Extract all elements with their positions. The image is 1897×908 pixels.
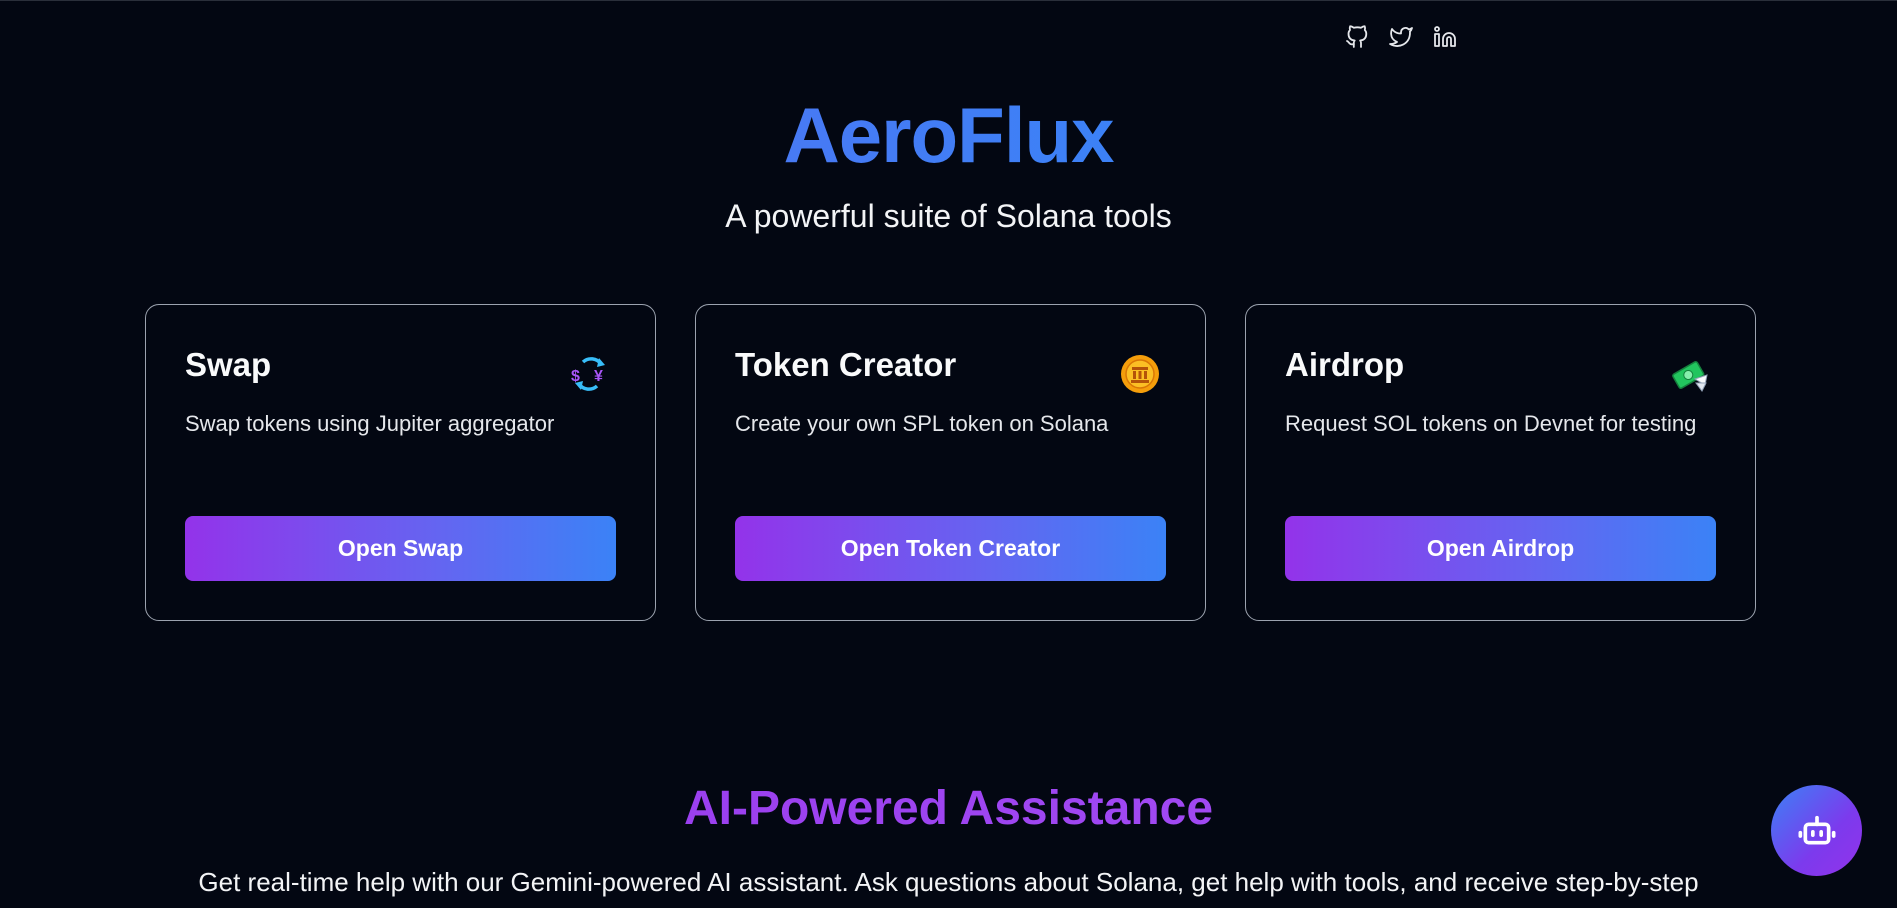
card-title: Swap (185, 346, 272, 383)
app-title: AeroFlux (0, 87, 1897, 183)
svg-text:¥: ¥ (594, 368, 603, 385)
twitter-icon[interactable] (1387, 23, 1415, 51)
card-description: Request SOL tokens on Devnet for testing (1285, 411, 1697, 436)
card-title: Token Creator (735, 346, 957, 383)
swap-card: Swap $ ¥ Swap tokens using Jupiter aggre… (145, 304, 656, 621)
svg-text:$: $ (571, 368, 580, 385)
open-airdrop-button[interactable]: Open Airdrop (1285, 516, 1716, 581)
ai-section-title: AI-Powered Assistance (0, 776, 1897, 842)
airdrop-card: Airdrop Request SOL tokens on Devnet for… (1245, 304, 1756, 621)
app-subtitle: A powerful suite of Solana tools (725, 198, 1172, 234)
currency-exchange-icon: $ ¥ (569, 353, 611, 395)
open-swap-button[interactable]: Open Swap (185, 516, 616, 581)
robot-icon (1798, 815, 1835, 844)
card-description: Create your own SPL token on Solana (735, 411, 1109, 436)
money-with-wings-icon (1669, 353, 1711, 395)
open-token-creator-button[interactable]: Open Token Creator (735, 516, 1166, 581)
github-icon[interactable] (1343, 23, 1371, 51)
card-description: Swap tokens using Jupiter aggregator (185, 411, 555, 436)
token-creator-card: Token Creator Create your own SPL token … (695, 304, 1206, 621)
coin-icon (1119, 353, 1161, 395)
linkedin-icon[interactable] (1431, 23, 1459, 51)
social-links (1343, 23, 1459, 51)
ai-section-description: Get real-time help with our Gemini-power… (198, 867, 1699, 897)
page: AeroFlux A powerful suite of Solana tool… (0, 0, 1897, 908)
card-title: Airdrop (1285, 346, 1405, 383)
tool-cards: Swap $ ¥ Swap tokens using Jupiter aggre… (145, 304, 1756, 621)
ai-chat-button[interactable] (1771, 785, 1862, 876)
